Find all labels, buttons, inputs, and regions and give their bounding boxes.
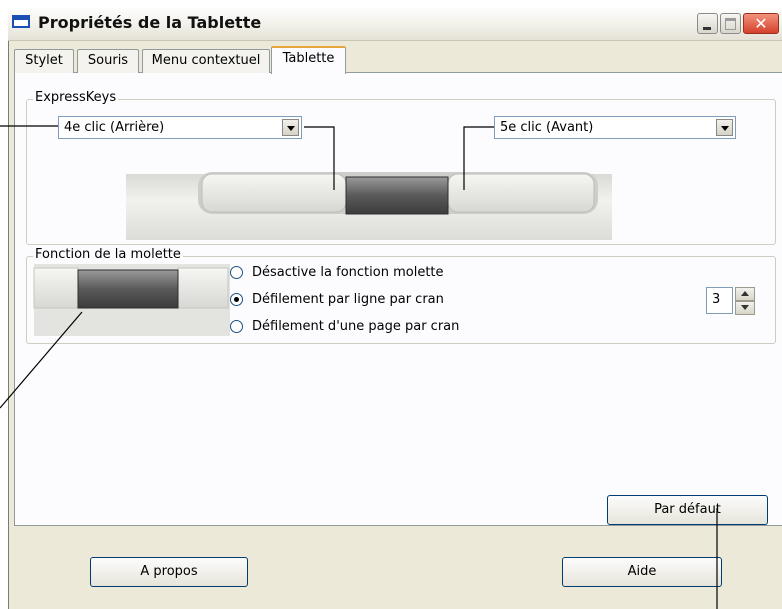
callout-lines [0, 125, 718, 609]
